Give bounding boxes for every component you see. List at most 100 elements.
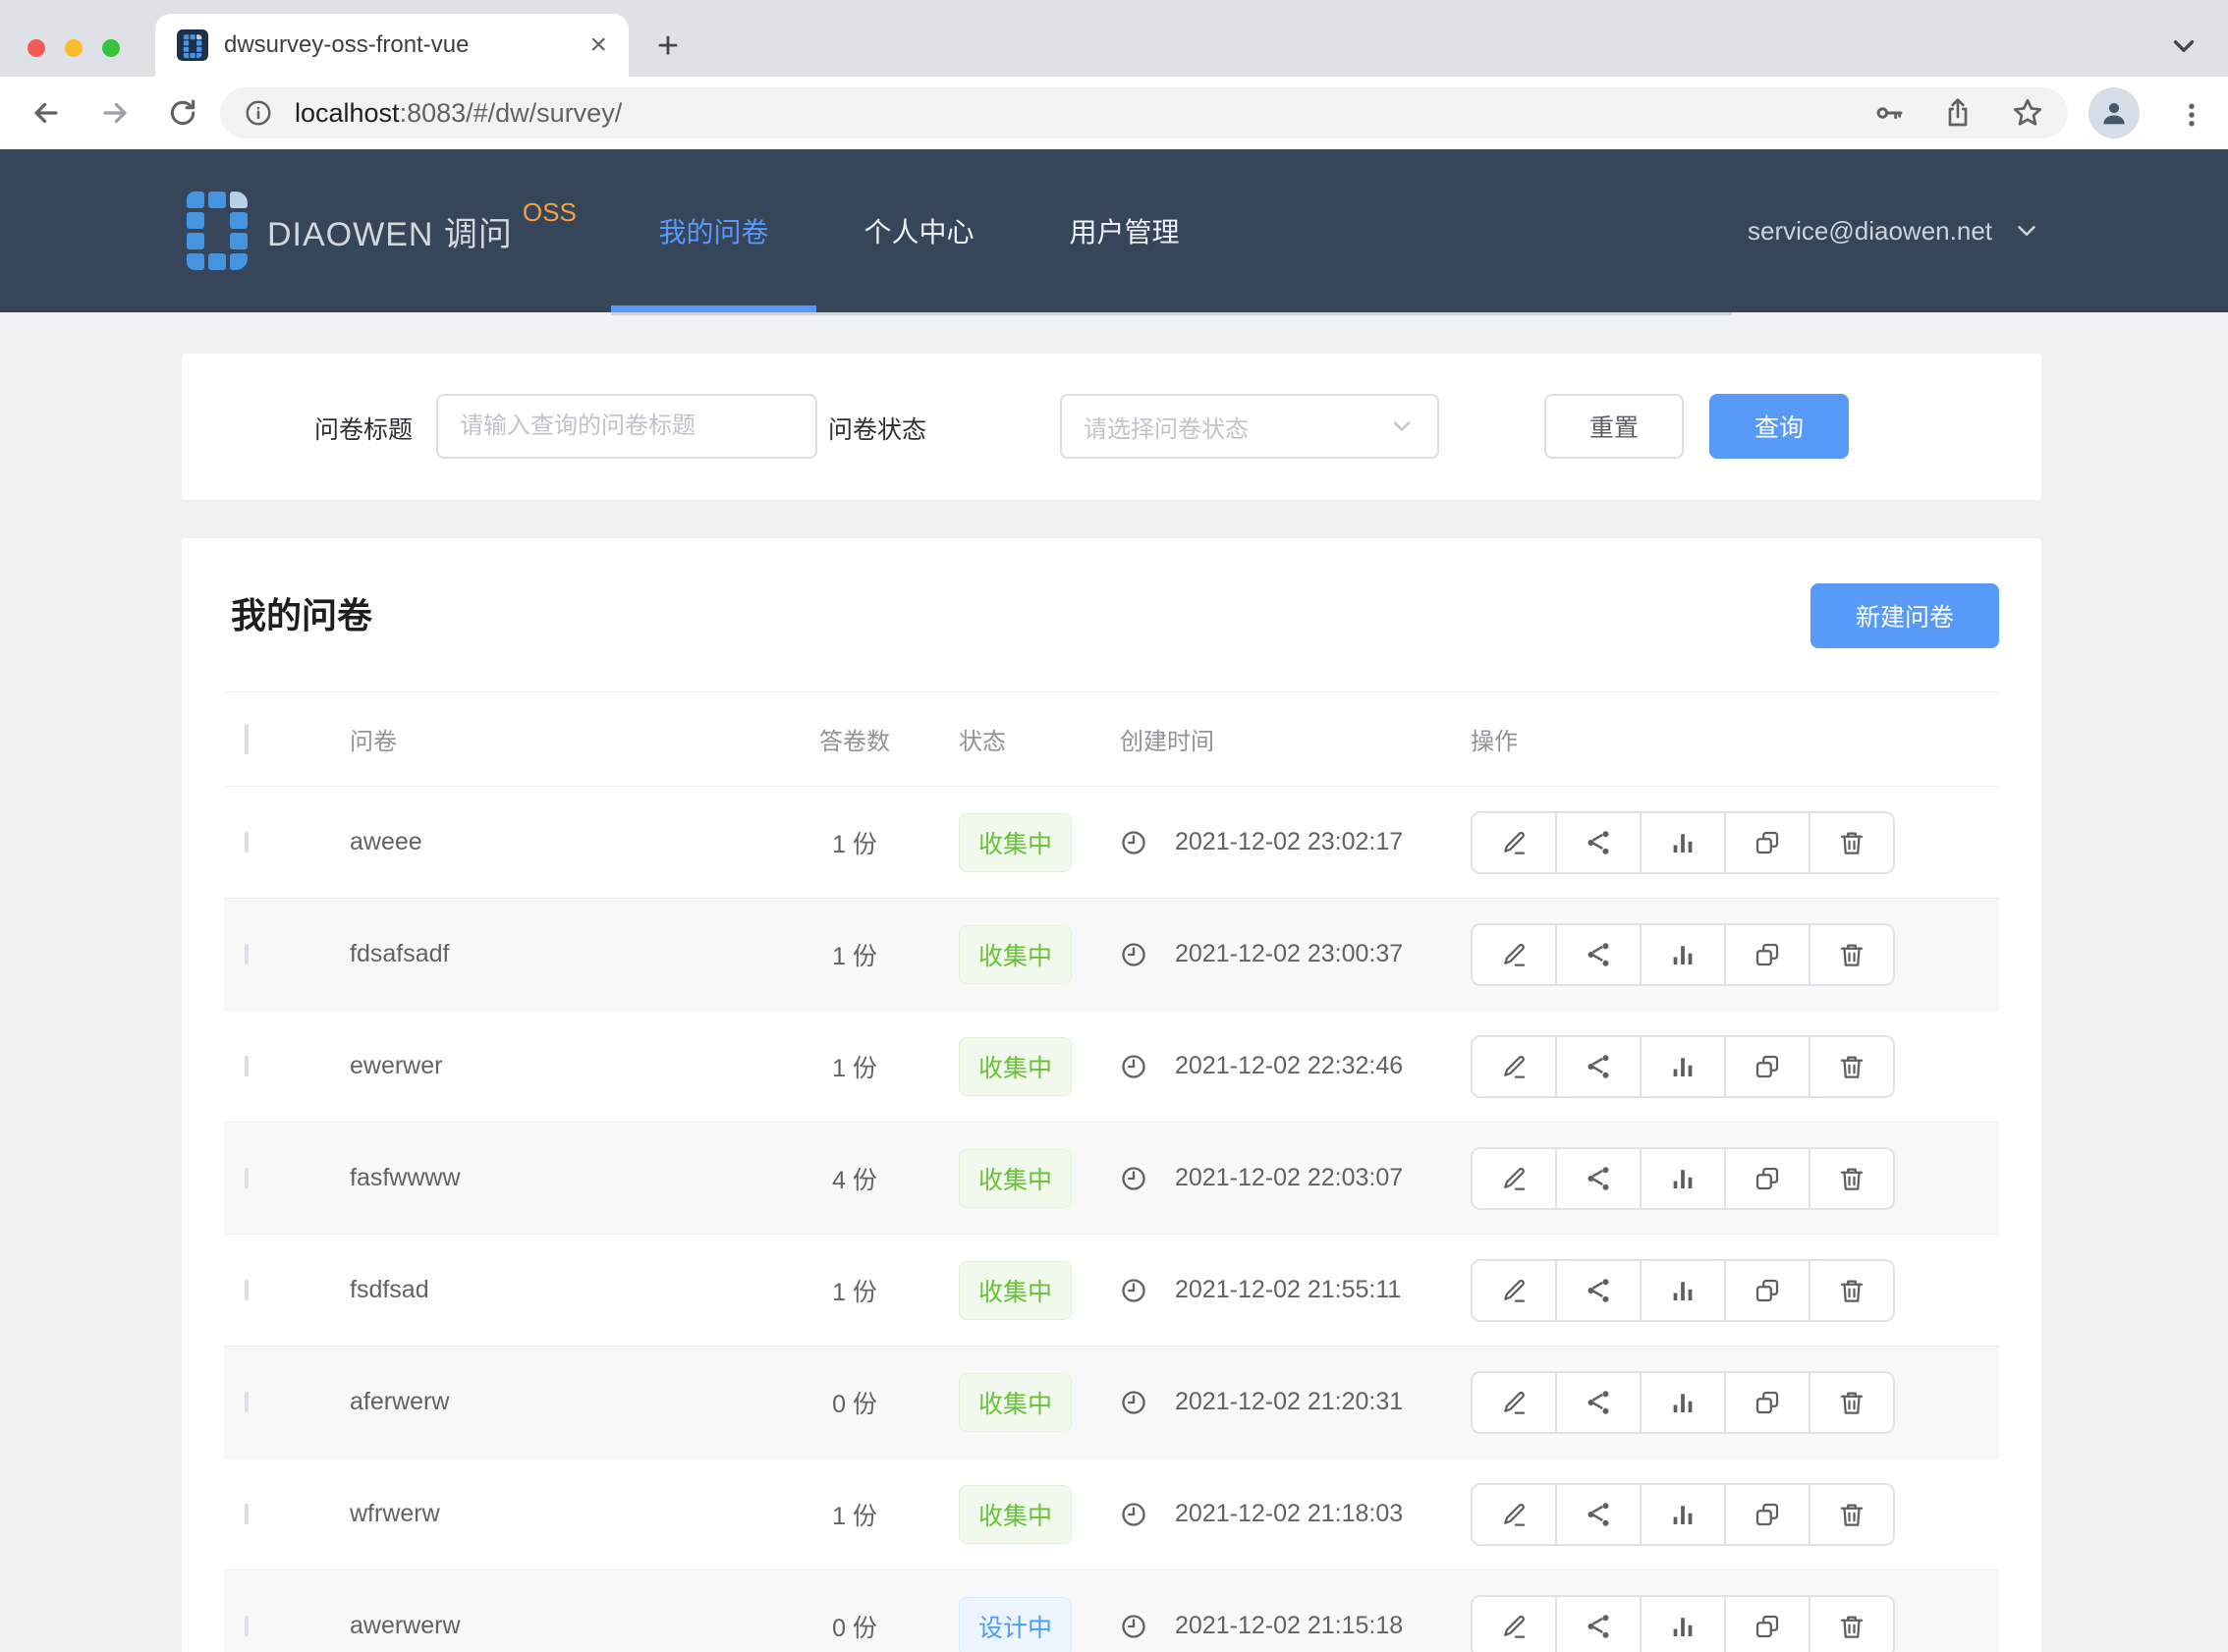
delete-button[interactable] <box>1810 1371 1895 1434</box>
row-action-group <box>1471 923 1895 986</box>
create-survey-button[interactable]: 新建问卷 <box>1810 583 1999 648</box>
tab-search-chevron-icon[interactable] <box>2167 29 2200 63</box>
row-checkbox[interactable] <box>245 1616 249 1636</box>
new-tab-button[interactable]: + <box>648 28 688 67</box>
menu-item-user-management[interactable]: 用户管理 <box>1022 149 1227 312</box>
site-info-icon[interactable] <box>244 98 273 128</box>
copy-button[interactable] <box>1726 1371 1810 1434</box>
copy-button[interactable] <box>1726 1595 1810 1652</box>
back-arrow-icon[interactable] <box>29 96 63 130</box>
copy-button[interactable] <box>1726 1483 1810 1546</box>
window-maximize-button[interactable] <box>102 39 120 57</box>
survey-title-label: 问卷标题 <box>303 411 413 446</box>
share-button[interactable] <box>1557 1483 1642 1546</box>
browser-profile-avatar[interactable] <box>2089 87 2140 138</box>
edit-button[interactable] <box>1471 1371 1557 1434</box>
statistics-button[interactable] <box>1642 1595 1726 1652</box>
select-all-checkbox[interactable] <box>245 724 249 754</box>
survey-status-select[interactable]: 请选择问卷状态 <box>1060 394 1439 459</box>
survey-title: aweee <box>334 828 776 856</box>
window-close-button[interactable] <box>28 39 45 57</box>
status-badge: 设计中 <box>959 1597 1072 1652</box>
copy-button[interactable] <box>1726 923 1810 986</box>
copy-icon <box>1753 828 1782 857</box>
table-row: awerwerw 0 份 设计中 2021-12-02 21:15:18 <box>224 1570 1999 1652</box>
password-key-icon[interactable] <box>1873 97 1905 129</box>
status-badge: 收集中 <box>959 925 1072 984</box>
delete-button[interactable] <box>1810 1035 1895 1098</box>
brand-logo[interactable]: DIAOWEN 调问 OSS <box>187 149 577 312</box>
column-header-actions: 操作 <box>1454 722 1999 756</box>
url-omnibox[interactable]: localhost:8083/#/dw/survey/ <box>220 87 2068 138</box>
column-header-status: 状态 <box>933 722 1100 756</box>
tab-close-icon[interactable]: × <box>589 30 607 60</box>
reset-button[interactable]: 重置 <box>1544 394 1684 459</box>
reload-icon[interactable] <box>167 97 198 129</box>
statistics-button[interactable] <box>1642 1259 1726 1322</box>
delete-icon <box>1837 1052 1866 1081</box>
statistics-button[interactable] <box>1642 1035 1726 1098</box>
row-checkbox[interactable] <box>245 1168 249 1188</box>
copy-button[interactable] <box>1726 1259 1810 1322</box>
delete-button[interactable] <box>1810 1595 1895 1652</box>
share-icon[interactable] <box>1942 97 1974 129</box>
copy-button[interactable] <box>1726 1035 1810 1098</box>
app-navbar: DIAOWEN 调问 OSS 我的问卷 个人中心 用户管理 service@di… <box>0 149 2228 312</box>
status-badge: 收集中 <box>959 813 1072 872</box>
share-button[interactable] <box>1557 923 1642 986</box>
search-button[interactable]: 查询 <box>1709 394 1849 459</box>
share-button[interactable] <box>1557 1259 1642 1322</box>
share-button[interactable] <box>1557 1595 1642 1652</box>
browser-tab[interactable]: dwsurvey-oss-front-vue × <box>155 14 629 77</box>
share-button[interactable] <box>1557 1371 1642 1434</box>
row-checkbox[interactable] <box>245 1504 249 1524</box>
clock-icon <box>1120 941 1147 968</box>
statistics-button[interactable] <box>1642 1371 1726 1434</box>
statistics-button[interactable] <box>1642 1483 1726 1546</box>
delete-button[interactable] <box>1810 923 1895 986</box>
response-count: 1 份 <box>776 937 933 972</box>
user-account-dropdown[interactable]: service@diaowen.net <box>1748 149 2041 312</box>
browser-tab-strip: dwsurvey-oss-front-vue × + <box>0 0 2228 77</box>
forward-arrow-icon[interactable] <box>98 96 132 130</box>
edit-button[interactable] <box>1471 1595 1557 1652</box>
edit-button[interactable] <box>1471 1035 1557 1098</box>
created-time: 2021-12-02 23:02:17 <box>1175 828 1403 856</box>
share-nodes-icon <box>1584 1612 1613 1641</box>
delete-button[interactable] <box>1810 811 1895 874</box>
row-checkbox[interactable] <box>245 944 249 964</box>
row-action-group <box>1471 1483 1895 1546</box>
browser-menu-kebab-icon[interactable] <box>2177 100 2206 130</box>
statistics-button[interactable] <box>1642 1147 1726 1210</box>
created-time: 2021-12-02 21:55:11 <box>1175 1276 1401 1304</box>
row-checkbox[interactable] <box>245 1392 249 1412</box>
share-nodes-icon <box>1584 940 1613 969</box>
status-badge: 收集中 <box>959 1037 1072 1096</box>
edit-button[interactable] <box>1471 923 1557 986</box>
delete-button[interactable] <box>1810 1259 1895 1322</box>
edit-button[interactable] <box>1471 1483 1557 1546</box>
edit-button[interactable] <box>1471 1147 1557 1210</box>
status-badge: 收集中 <box>959 1373 1072 1432</box>
menu-item-personal-center[interactable]: 个人中心 <box>816 149 1022 312</box>
row-checkbox[interactable] <box>245 832 249 853</box>
share-button[interactable] <box>1557 1035 1642 1098</box>
statistics-button[interactable] <box>1642 923 1726 986</box>
edit-button[interactable] <box>1471 811 1557 874</box>
survey-title: fsdfsad <box>334 1276 776 1304</box>
edit-button[interactable] <box>1471 1259 1557 1322</box>
table-header-row: 问卷 答卷数 状态 创建时间 操作 <box>224 692 1999 787</box>
survey-title-input[interactable] <box>460 413 794 440</box>
copy-button[interactable] <box>1726 811 1810 874</box>
share-button[interactable] <box>1557 1147 1642 1210</box>
copy-button[interactable] <box>1726 1147 1810 1210</box>
share-button[interactable] <box>1557 811 1642 874</box>
statistics-button[interactable] <box>1642 811 1726 874</box>
delete-button[interactable] <box>1810 1483 1895 1546</box>
menu-item-my-surveys[interactable]: 我的问卷 <box>611 149 816 312</box>
row-checkbox[interactable] <box>245 1056 249 1076</box>
window-minimize-button[interactable] <box>65 39 83 57</box>
delete-button[interactable] <box>1810 1147 1895 1210</box>
row-checkbox[interactable] <box>245 1280 249 1300</box>
bookmark-star-icon[interactable] <box>2011 96 2044 130</box>
